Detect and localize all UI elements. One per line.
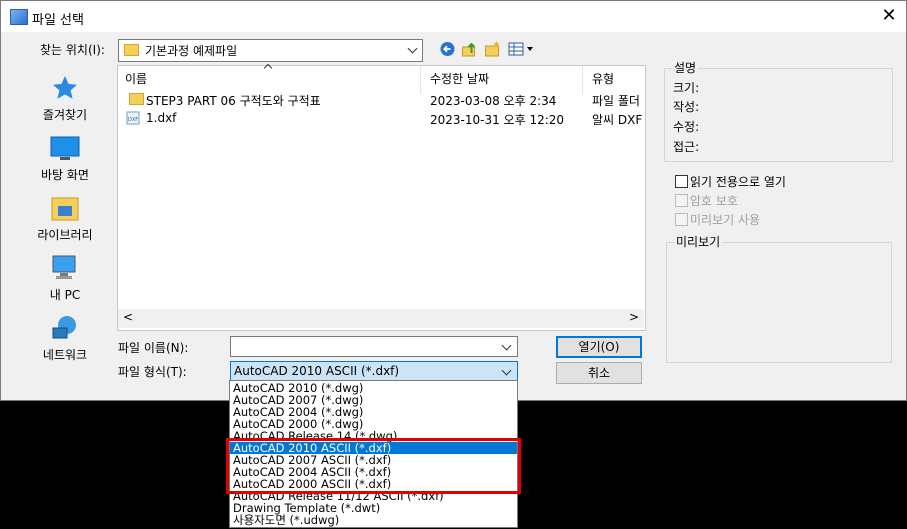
size-label: 크기: <box>673 81 700 95</box>
preview-title: 미리보기 <box>674 233 723 250</box>
place-library[interactable]: 라이브러리 <box>17 194 113 243</box>
place-pc[interactable]: 내 PC <box>17 254 113 303</box>
place-network[interactable]: 네트워크 <box>17 314 113 363</box>
library-icon <box>51 197 79 221</box>
open-button[interactable]: 열기(O) <box>556 336 642 358</box>
place-label: 내 PC <box>49 288 81 302</box>
place-label: 즐겨찾기 <box>42 108 88 122</box>
place-desktop[interactable]: 바탕 화면 <box>17 136 113 183</box>
chevron-down-icon <box>501 365 512 376</box>
file-date: 2023-10-31 오후 12:20 <box>430 113 565 127</box>
place-label: 라이브러리 <box>37 228 93 242</box>
folder-icon <box>129 93 144 105</box>
lookin-combo[interactable]: 기본과정 예제파일 <box>118 39 423 62</box>
created-label: 작성: <box>673 100 700 114</box>
place-label: 바탕 화면 <box>41 168 89 182</box>
file-name: STEP3 PART 06 구적도와 구적표 <box>146 94 321 108</box>
back-icon[interactable] <box>439 41 456 57</box>
filetype-option[interactable]: 사용자도면 (*.udwg) <box>230 514 517 526</box>
file-name: 1.dxf <box>146 111 177 125</box>
file-dialog: 파일 선택 ✕ 찾는 위치(I): 기본과정 예제파일 즐겨찾기 바탕 화면 라… <box>0 0 907 401</box>
password-label: 암호 보호 <box>690 194 738 208</box>
highlight-box <box>226 438 521 494</box>
scroll-right-icon[interactable]: > <box>629 310 639 324</box>
views-icon[interactable] <box>508 41 534 57</box>
place-label: 네트워크 <box>42 348 88 362</box>
column-name[interactable]: 이름 <box>125 70 147 87</box>
filetype-combo[interactable]: AutoCAD 2010 ASCII (*.dxf) <box>230 361 518 382</box>
password-checkbox <box>675 194 688 207</box>
description-title: 설명 <box>672 59 699 76</box>
lookin-value: 기본과정 예제파일 <box>145 44 238 58</box>
sort-up-icon <box>263 63 273 73</box>
chevron-down-icon <box>501 340 512 351</box>
new-folder-icon[interactable] <box>484 41 501 57</box>
filetype-value: AutoCAD 2010 ASCII (*.dxf) <box>234 364 400 378</box>
places-bar: 즐겨찾기 바탕 화면 라이브러리 내 PC 네트워크 <box>17 64 113 372</box>
horizontal-scrollbar[interactable]: < > <box>118 309 644 328</box>
file-list[interactable]: 이름 수정한 날짜 유형 STEP3 PART 06 구적도와 구적표 2023… <box>117 63 646 331</box>
filename-label: 파일 이름(N): <box>118 341 189 355</box>
file-type: 알씨 DXF <box>592 113 643 127</box>
app-icon <box>10 9 28 25</box>
window-title: 파일 선택 <box>32 13 84 28</box>
column-type[interactable]: 유형 <box>592 70 614 87</box>
cancel-button[interactable]: 취소 <box>556 362 642 384</box>
readonly-checkbox[interactable] <box>675 175 688 188</box>
preview-use-checkbox <box>675 213 688 226</box>
desktop-icon <box>50 136 80 160</box>
column-separator <box>582 66 583 94</box>
filename-combo[interactable] <box>230 336 518 357</box>
title-bar: 파일 선택 ✕ <box>1 1 906 32</box>
up-folder-icon[interactable] <box>461 41 478 57</box>
column-date[interactable]: 수정한 날짜 <box>430 70 489 87</box>
svg-text:DXF: DXF <box>128 117 138 123</box>
star-icon <box>53 76 77 99</box>
folder-icon <box>124 44 139 56</box>
filetype-label: 파일 형식(T): <box>118 365 187 379</box>
lookin-label: 찾는 위치(I): <box>40 43 105 57</box>
preview-group <box>666 242 892 363</box>
preview-use-label: 미리보기 사용 <box>690 213 761 227</box>
file-date: 2023-03-08 오후 2:34 <box>430 94 557 108</box>
column-separator <box>420 66 421 94</box>
accessed-label: 접근: <box>673 140 700 154</box>
dxf-file-icon: DXF <box>126 111 140 125</box>
chevron-down-icon <box>407 43 418 54</box>
readonly-label: 읽기 전용으로 열기 <box>690 175 786 189</box>
modified-label: 수정: <box>673 120 700 134</box>
place-favorites[interactable]: 즐겨찾기 <box>17 74 113 123</box>
scroll-left-icon[interactable]: < <box>123 310 133 324</box>
network-icon <box>52 316 76 339</box>
close-button[interactable]: ✕ <box>877 5 901 27</box>
file-type: 파일 폴더 <box>592 94 640 108</box>
pc-icon <box>52 255 76 279</box>
